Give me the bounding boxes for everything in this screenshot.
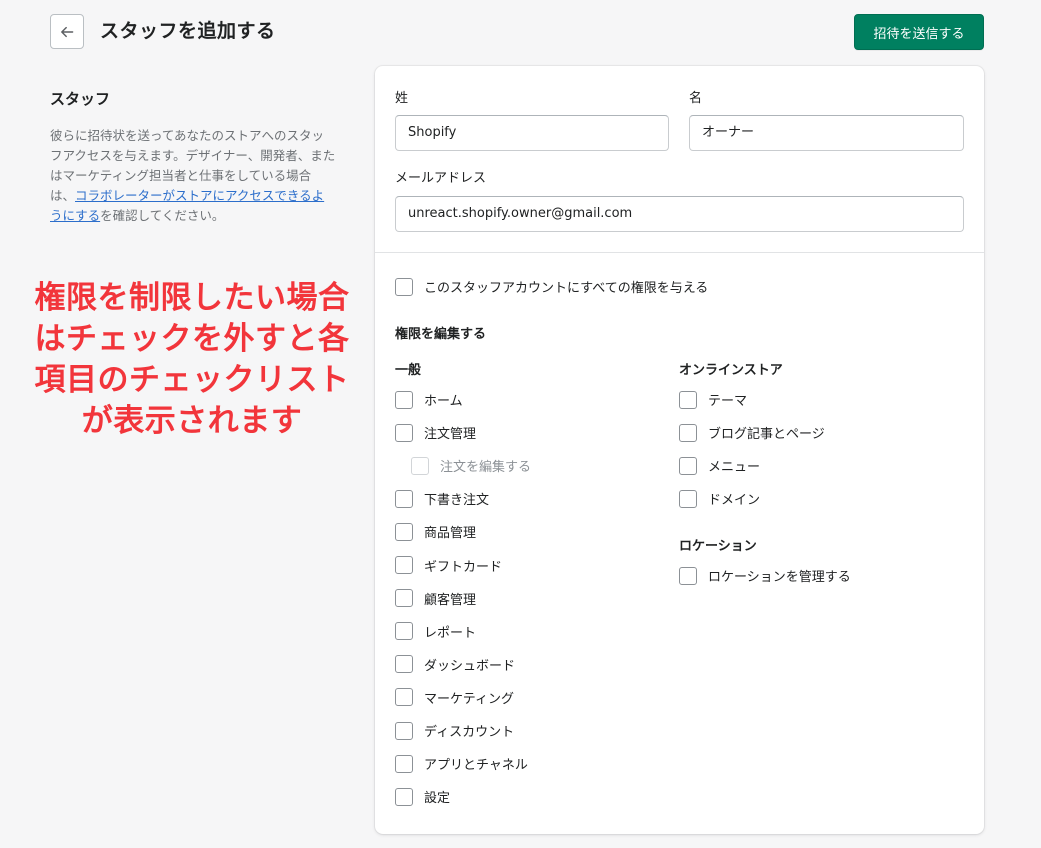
checkbox-box[interactable] [679, 566, 697, 585]
checkbox-box[interactable] [679, 423, 697, 442]
checkbox-box[interactable] [679, 456, 697, 475]
section-divider [375, 252, 984, 253]
permission-checkbox[interactable]: ホーム [395, 390, 463, 409]
checkbox-label: ダッシュボード [424, 658, 516, 674]
checkbox-label: ブログ記事とページ [708, 427, 825, 443]
checkbox-label: 商品管理 [424, 526, 477, 542]
annotation-line: はチェックを外すと各 [34, 321, 350, 357]
last-name-label: 姓 [395, 91, 409, 106]
checkbox-label: アプリとチャネル [424, 758, 528, 774]
permission-checkbox[interactable]: マーケティング [395, 688, 514, 707]
checkbox-box[interactable] [395, 688, 413, 707]
checkbox-box[interactable] [395, 277, 413, 296]
checkbox-box[interactable] [395, 423, 413, 442]
annotation-line: が表示されます [81, 403, 303, 439]
permission-checkbox[interactable]: 注文管理 [395, 423, 476, 442]
permission-checkbox[interactable]: ギフトカード [395, 556, 502, 575]
annotation-callout: 権限を制限したい場合 はチェックを外すと各 項目のチェックリスト が表示されます [14, 278, 370, 442]
checkbox-box[interactable] [395, 390, 413, 409]
checkbox-label: メニュー [708, 460, 761, 476]
checkbox-label: レポート [424, 625, 477, 641]
checkbox-box[interactable] [395, 589, 413, 608]
checkbox-box[interactable] [395, 622, 413, 641]
checkbox-label: 注文を編集する [440, 460, 532, 476]
checkbox-box[interactable] [395, 721, 413, 740]
checkbox-box[interactable] [395, 489, 413, 508]
permission-checkbox[interactable]: メニュー [679, 456, 760, 475]
permission-checkbox[interactable]: アプリとチャネル [395, 754, 528, 773]
arrow-left-icon [61, 26, 74, 37]
send-invite-button[interactable]: 招待を送信する [854, 14, 984, 50]
checkbox-box[interactable] [679, 489, 697, 508]
back-button[interactable] [50, 14, 84, 49]
checkbox-label: ドメイン [708, 493, 761, 509]
annotation-line: 権限を制限したい場合 [34, 280, 350, 316]
email-field[interactable]: unreact.shopify.owner@gmail.com [395, 196, 964, 232]
permission-checkbox[interactable]: ブログ記事とページ [679, 423, 825, 442]
online-store-group-title: オンラインストア [679, 363, 783, 378]
checkbox-box[interactable] [395, 522, 413, 541]
add-staff-page: スタッフを追加する 招待を送信する スタッフ 彼らに招待状を送ってあなたのストア… [0, 0, 1041, 848]
first-name-field[interactable]: オーナー [689, 115, 964, 151]
checkbox-label: このスタッフアカウントにすべての権限を与える [424, 281, 709, 296]
permission-checkbox[interactable]: テーマ [679, 390, 747, 409]
checkbox-label: 注文管理 [424, 427, 477, 443]
location-group-title: ロケーション [679, 539, 757, 554]
checkbox-label: ロケーションを管理する [708, 570, 851, 585]
annotation-line: 項目のチェックリスト [34, 362, 350, 398]
checkbox-box [411, 456, 429, 475]
checkbox-label: テーマ [708, 394, 748, 409]
checkbox-label: ディスカウント [424, 725, 515, 740]
permission-checkbox[interactable]: 設定 [395, 787, 450, 806]
general-group-title: 一般 [395, 363, 422, 378]
section-description: 彼らに招待状を送ってあなたのストアへのスタッフアクセスを与えます。デザイナー、開… [50, 126, 336, 226]
full-access-checkbox[interactable]: このスタッフアカウントにすべての権限を与える [395, 277, 708, 296]
permission-checkbox[interactable]: 商品管理 [395, 522, 476, 541]
checkbox-box[interactable] [679, 390, 697, 409]
checkbox-label: ギフトカード [424, 559, 503, 575]
permission-checkbox[interactable]: ドメイン [679, 489, 760, 508]
description-text-end: を確認してください。 [100, 208, 225, 223]
page-title: スタッフを追加する [100, 20, 276, 42]
checkbox-box[interactable] [395, 655, 413, 674]
staff-form-card: 姓 Shopify 名 オーナー メールアドレス unreact.shopify… [375, 66, 984, 834]
checkbox-box[interactable] [395, 556, 413, 574]
permission-checkbox[interactable]: ロケーションを管理する [679, 566, 851, 585]
checkbox-label: ホーム [424, 394, 463, 409]
permission-checkbox[interactable]: 顧客管理 [395, 589, 476, 608]
first-name-label: 名 [689, 91, 703, 106]
checkbox-box[interactable] [395, 754, 413, 773]
last-name-field[interactable]: Shopify [395, 115, 669, 151]
permission-checkbox[interactable]: ディスカウント [395, 721, 514, 740]
checkbox-box[interactable] [395, 787, 413, 806]
checkbox-label: 設定 [424, 791, 451, 807]
permission-checkbox[interactable]: レポート [395, 622, 476, 641]
edit-permissions-heading: 権限を編集する [395, 327, 487, 342]
checkbox-label: 顧客管理 [424, 592, 477, 608]
section-heading: スタッフ [50, 90, 111, 108]
permission-checkbox[interactable]: 下書き注文 [395, 489, 489, 508]
checkbox-label: 下書き注文 [424, 493, 490, 509]
permission-checkbox[interactable]: ダッシュボード [395, 655, 515, 674]
permission-checkbox: 注文を編集する [411, 456, 531, 475]
checkbox-label: マーケティング [424, 691, 514, 707]
email-label: メールアドレス [395, 171, 487, 186]
